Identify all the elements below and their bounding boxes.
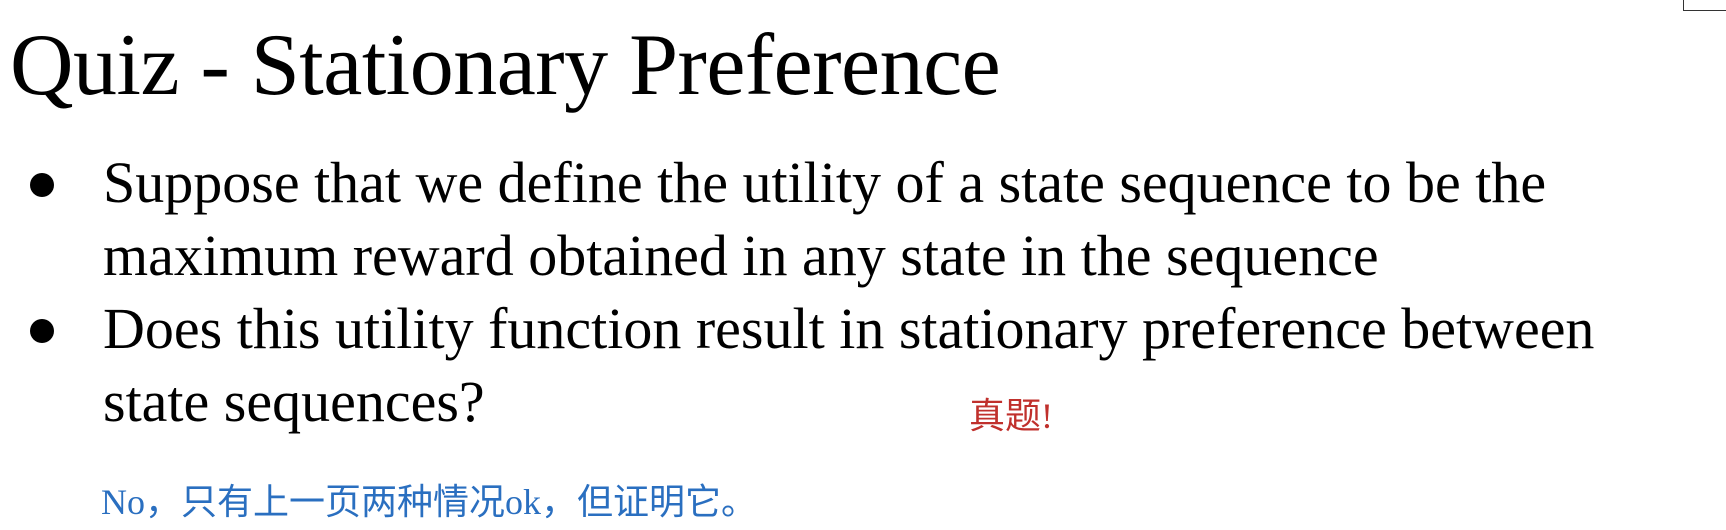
- bullet-list: Suppose that we define the utility of a …: [0, 146, 1726, 438]
- bullet-text-line: maximum reward obtained in any state in …: [103, 223, 1379, 288]
- bullet-dot-icon: [30, 173, 54, 197]
- bullet-item-utility-definition: Suppose that we define the utility of a …: [0, 146, 1726, 292]
- answer-annotation: No，只有上一页两种情况ok，但证明它。: [101, 482, 757, 522]
- bullet-text-line: Suppose that we define the utility of a …: [103, 150, 1547, 215]
- bullet-dot-icon: [30, 319, 54, 343]
- exam-question-annotation: 真题!: [969, 396, 1053, 436]
- bullet-item-stationary-question: Does this utility function result in sta…: [0, 292, 1726, 438]
- bullet-text-line: state sequences?: [103, 369, 485, 434]
- bullet-text-line: Does this utility function result in sta…: [103, 296, 1595, 361]
- slide-title: Quiz - Stationary Preference: [10, 17, 1001, 114]
- corner-frame-mark: [1683, 0, 1726, 11]
